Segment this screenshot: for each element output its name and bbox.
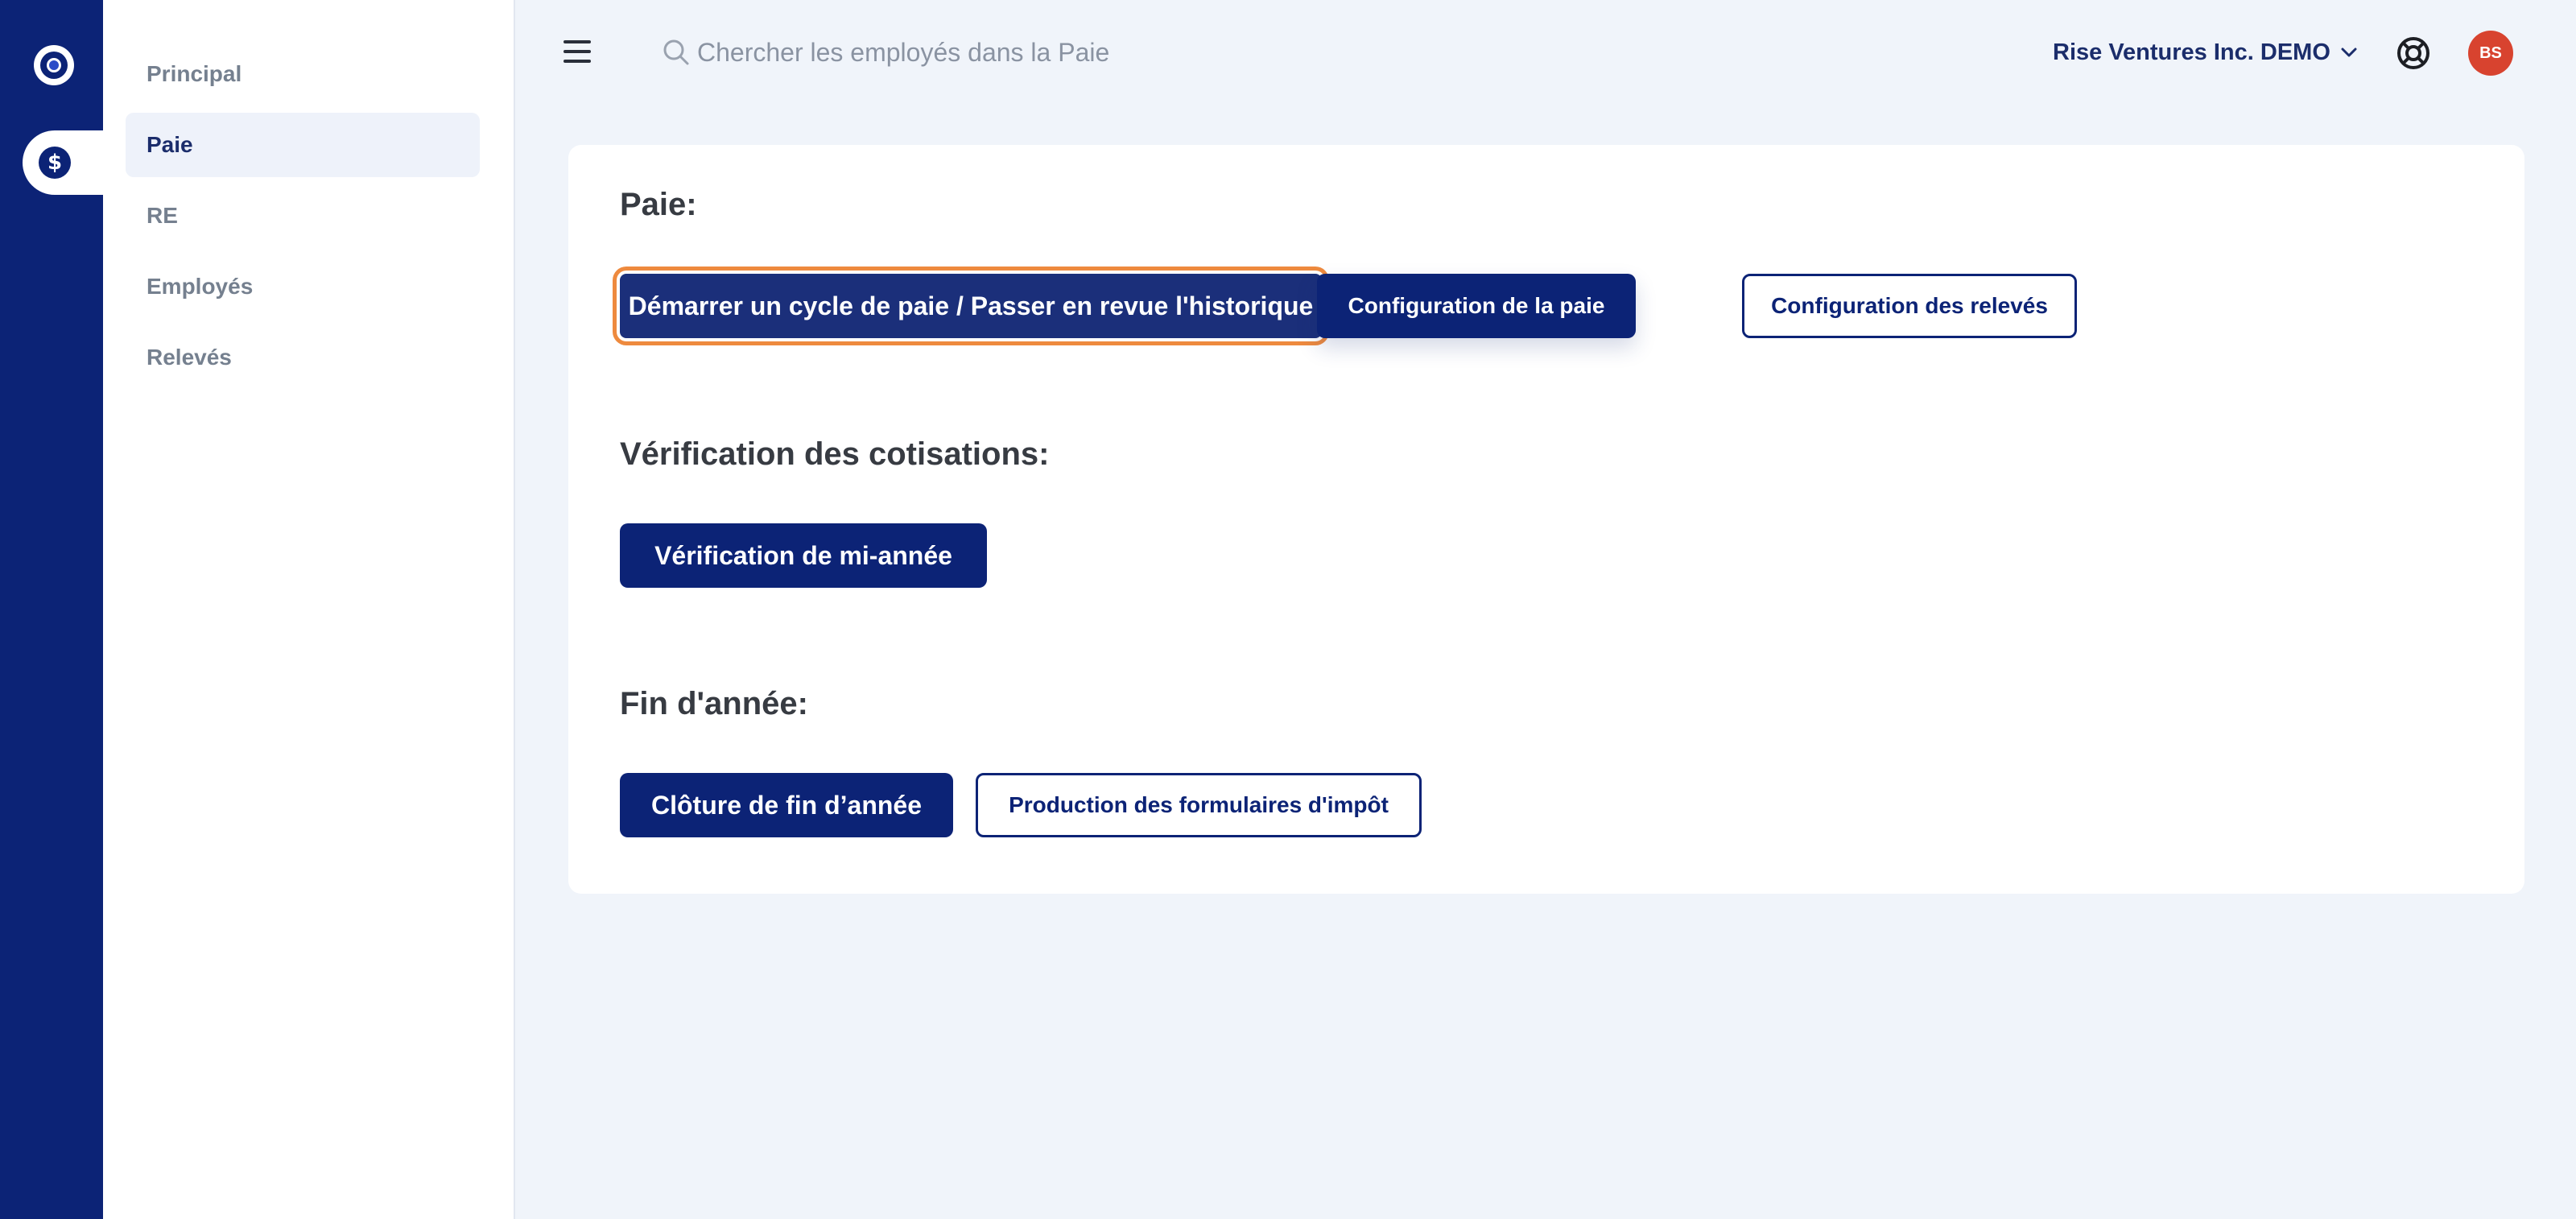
logo-icon[interactable] [34, 45, 74, 85]
start-payroll-cycle-button[interactable]: Démarrer un cycle de paie / Passer en re… [620, 274, 1322, 338]
menu-icon[interactable] [564, 40, 591, 63]
top-bar: Rise Ventures Inc. DEMO BS [515, 0, 2576, 105]
section-title-year-end: Fin d'année: [620, 686, 808, 721]
sidebar: Principal Paie RE Employés Relevés [103, 0, 515, 1219]
rail-item-payroll[interactable]: $ [23, 130, 103, 195]
company-name: Rise Ventures Inc. DEMO [2053, 39, 2330, 65]
section-title-payroll: Paie: [620, 187, 697, 222]
statements-configuration-button[interactable]: Configuration des relevés [1742, 274, 2077, 338]
company-selector[interactable]: Rise Ventures Inc. DEMO [2053, 32, 2359, 72]
sidebar-item-paie[interactable]: Paie [126, 113, 480, 177]
mid-year-verification-button[interactable]: Vérification de mi-année [620, 523, 987, 588]
tax-forms-production-button[interactable]: Production des formulaires d'impôt [976, 773, 1422, 837]
app-rail: $ [0, 0, 103, 1219]
search-input[interactable] [697, 37, 1357, 68]
sidebar-item-principal[interactable]: Principal [126, 42, 480, 106]
payroll-configuration-button[interactable]: Configuration de la paie [1317, 274, 1636, 338]
payroll-card: Paie: Démarrer un cycle de paie / Passer… [568, 145, 2524, 894]
search-bar [660, 31, 1385, 74]
avatar[interactable]: BS [2468, 31, 2513, 76]
help-icon[interactable] [2396, 35, 2431, 71]
year-end-closing-button[interactable]: Clôture de fin d’année [620, 773, 953, 837]
sidebar-item-releves[interactable]: Relevés [126, 325, 480, 390]
search-icon [663, 39, 689, 65]
dollar-icon: $ [39, 147, 71, 179]
sidebar-item-employes[interactable]: Employés [126, 254, 480, 319]
sidebar-item-re[interactable]: RE [126, 184, 480, 248]
chevron-down-icon [2341, 48, 2357, 57]
section-title-contributions: Vérification des cotisations: [620, 436, 1050, 472]
